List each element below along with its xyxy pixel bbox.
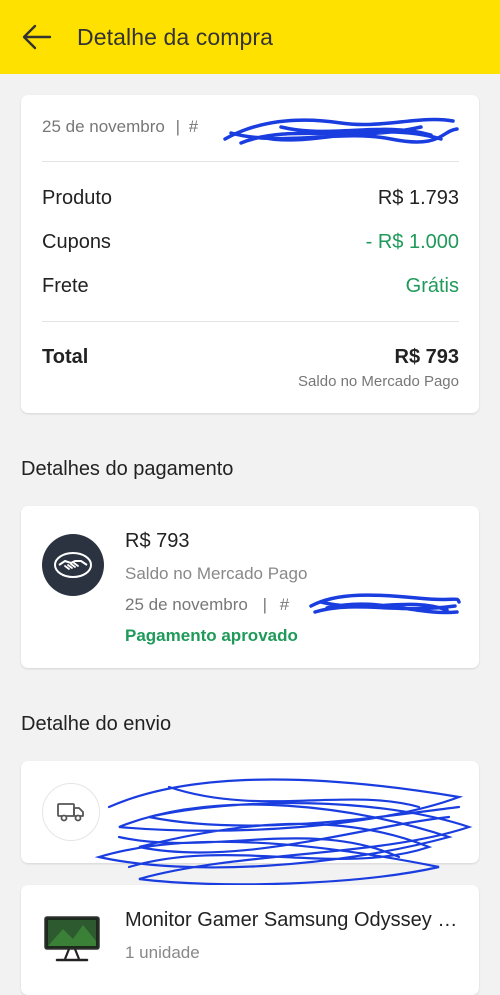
handshake-icon <box>54 552 92 578</box>
shipping-cost-value: Grátis <box>405 274 459 297</box>
shipping-cost-row: Frete Grátis <box>42 272 459 300</box>
product-row: Produto R$ 1.793 <box>42 184 459 212</box>
purchase-date: 25 de novembro <box>42 117 165 136</box>
payment-status: Pagamento aprovado <box>125 626 298 645</box>
total-label: Total <box>42 345 89 368</box>
payment-method: Saldo no Mercado Pago <box>125 564 308 583</box>
coupons-value: - R$ 1.000 <box>365 230 459 253</box>
payment-method-avatar <box>42 534 104 596</box>
arrow-left-icon <box>22 24 52 50</box>
coupons-label: Cupons <box>42 230 111 253</box>
shipping-cost-label: Frete <box>42 274 89 297</box>
payment-card[interactable]: R$ 793 Saldo no Mercado Pago 25 de novem… <box>21 506 479 668</box>
shipping-section-title: Detalhe do envio <box>21 713 172 735</box>
product-value: R$ 1.793 <box>377 186 459 209</box>
page-title: Detalhe da compra <box>77 23 274 50</box>
payment-amount: R$ 793 <box>125 530 190 552</box>
payment-date: 25 de novembro <box>125 595 248 614</box>
payment-id-prefix: # <box>279 595 290 614</box>
divider <box>42 321 459 322</box>
date-separator: | <box>262 595 268 614</box>
total-payment-method: Saldo no Mercado Pago <box>298 373 459 390</box>
purchase-date-row: 25 de novembro | # <box>42 117 459 141</box>
redaction-scribble <box>94 778 473 886</box>
product-quantity: 1 unidade <box>125 943 200 962</box>
product-card[interactable]: Monitor Gamer Samsung Odyssey G3 1 unida… <box>21 885 479 995</box>
purchase-summary-card: 25 de novembro | # Produto R$ 1.793 Cupo… <box>21 95 479 413</box>
monitor-icon <box>44 916 100 962</box>
payment-date-row: 25 de novembro | # <box>125 595 289 615</box>
product-label: Produto <box>42 186 113 209</box>
divider <box>42 161 459 162</box>
payment-section-title: Detalhes do pagamento <box>21 458 234 480</box>
product-name: Monitor Gamer Samsung Odyssey G3 <box>125 909 460 931</box>
date-separator: | <box>175 117 181 136</box>
truck-icon <box>57 803 84 822</box>
product-thumbnail <box>42 909 102 969</box>
coupons-row: Cupons - R$ 1.000 <box>42 228 459 256</box>
back-button[interactable] <box>19 19 55 55</box>
total-row: Total R$ 793 <box>42 343 459 371</box>
shipping-icon-container <box>42 783 100 841</box>
redaction-scribble <box>309 593 461 615</box>
order-number-prefix: # <box>188 117 199 136</box>
top-app-bar: Detalhe da compra <box>0 0 500 74</box>
total-value: R$ 793 <box>394 345 460 368</box>
shipping-card[interactable] <box>21 761 479 886</box>
